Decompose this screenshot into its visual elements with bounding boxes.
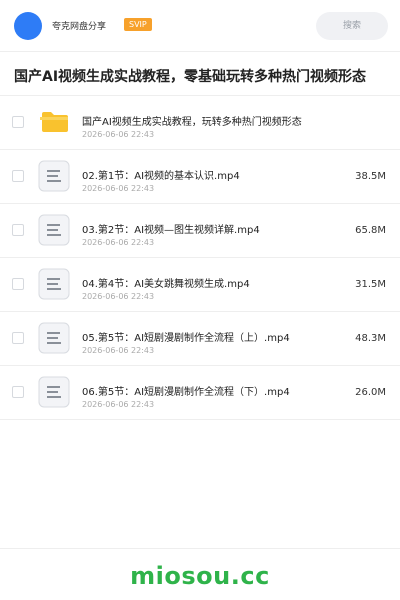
file-date: 2026-06-06 22:43 <box>82 238 155 247</box>
file-name: 04.第4节：AI美女跳舞视频生成.mp4 <box>82 279 250 290</box>
list-item[interactable]: 02.第1节：AI视频的基本认识.mp4 2026-06-06 22:43 38… <box>0 150 400 204</box>
file-name: 03.第2节：AI视频—图生视频详解.mp4 <box>82 225 260 236</box>
list-item[interactable]: 03.第2节：AI视频—图生视频详解.mp4 2026-06-06 22:43 … <box>0 204 400 258</box>
svip-badge: SVIP <box>124 18 152 31</box>
list-item[interactable]: 06.第5节：AI短剧漫剧制作全流程（下）.mp4 2026-06-06 22:… <box>0 366 400 420</box>
list-item[interactable]: 04.第4节：AI美女跳舞视频生成.mp4 2026-06-06 22:43 3… <box>0 258 400 312</box>
user-name[interactable]: 夸克网盘分享 <box>52 19 106 32</box>
header: 夸克网盘分享 SVIP 搜索 <box>0 0 400 52</box>
file-date: 2026-06-06 22:43 <box>82 130 155 139</box>
file-date: 2026-06-06 22:43 <box>82 346 155 355</box>
file-name: 05.第5节：AI短剧漫剧制作全流程（上）.mp4 <box>82 333 290 344</box>
row-checkbox[interactable] <box>12 116 24 128</box>
file-date: 2026-06-06 22:43 <box>82 292 155 301</box>
row-checkbox[interactable] <box>12 278 24 290</box>
document-icon <box>38 160 70 192</box>
row-checkbox[interactable] <box>12 170 24 182</box>
page-title: 国产AI视频生成实战教程，零基础玩转多种热门视频形态 <box>14 69 367 85</box>
folder-icon <box>40 112 68 132</box>
file-date: 2026-06-06 22:43 <box>82 400 155 409</box>
file-size: 26.0M <box>355 387 386 398</box>
footer-divider <box>0 548 400 549</box>
file-name: 06.第5节：AI短剧漫剧制作全流程（下）.mp4 <box>82 387 290 398</box>
file-list: 国产AI视频生成实战教程，玩转多种热门视频形态 2026-06-06 22:43… <box>0 96 400 420</box>
document-icon <box>38 214 70 246</box>
row-checkbox[interactable] <box>12 224 24 236</box>
file-size: 38.5M <box>355 171 386 182</box>
avatar[interactable] <box>14 12 42 40</box>
document-icon <box>38 322 70 354</box>
file-size: 65.8M <box>355 225 386 236</box>
file-name: 国产AI视频生成实战教程，玩转多种热门视频形态 <box>82 117 302 128</box>
row-checkbox[interactable] <box>12 332 24 344</box>
title-bar: 国产AI视频生成实战教程，零基础玩转多种热门视频形态 <box>0 52 400 96</box>
file-date: 2026-06-06 22:43 <box>82 184 155 193</box>
document-icon <box>38 268 70 300</box>
list-item[interactable]: 国产AI视频生成实战教程，玩转多种热门视频形态 2026-06-06 22:43 <box>0 96 400 150</box>
search-input[interactable]: 搜索 <box>316 12 388 40</box>
watermark: miosou.cc <box>130 562 270 590</box>
file-name: 02.第1节：AI视频的基本认识.mp4 <box>82 171 240 182</box>
file-size: 48.3M <box>355 333 386 344</box>
row-checkbox[interactable] <box>12 386 24 398</box>
file-size: 31.5M <box>355 279 386 290</box>
list-item[interactable]: 05.第5节：AI短剧漫剧制作全流程（上）.mp4 2026-06-06 22:… <box>0 312 400 366</box>
document-icon <box>38 376 70 408</box>
